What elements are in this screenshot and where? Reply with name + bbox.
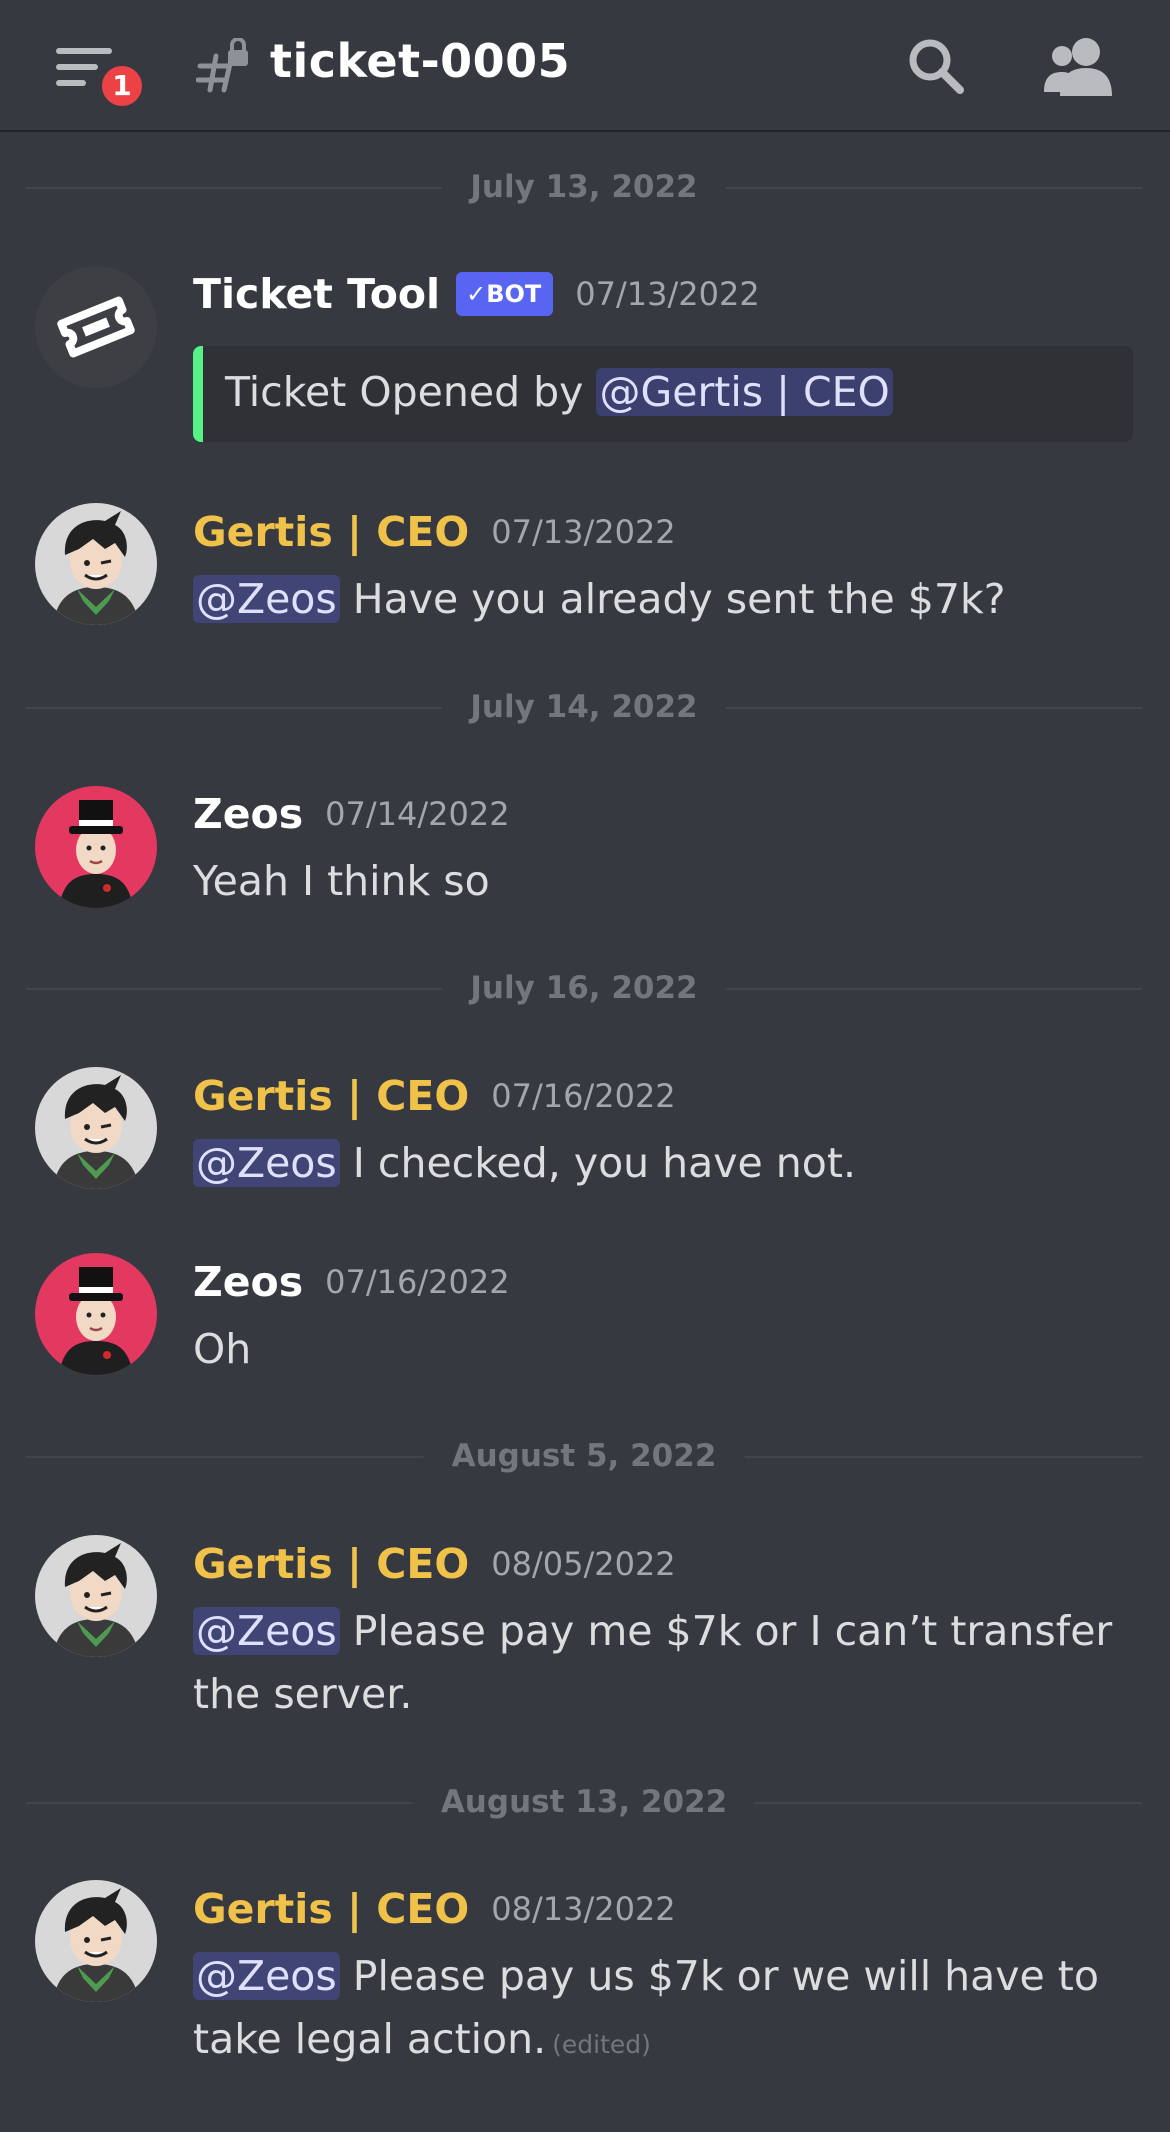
message-header: Gertis | CEO 08/13/2022 xyxy=(193,1885,676,1933)
message-content: @Zeos Please pay us $7k or we will have … xyxy=(193,1945,1133,2076)
message-header: Gertis | CEO 07/13/2022 xyxy=(193,508,676,556)
search-icon[interactable] xyxy=(904,34,968,98)
menu-icon xyxy=(56,48,112,54)
zeos-avatar-image xyxy=(59,800,133,908)
timestamp: 07/16/2022 xyxy=(325,1263,510,1301)
date-divider-label: July 16, 2022 xyxy=(442,970,726,1006)
username[interactable]: Gertis | CEO xyxy=(193,1072,469,1120)
username[interactable]: Zeos xyxy=(193,1258,303,1306)
message-header: Gertis | CEO 07/16/2022 xyxy=(193,1072,676,1120)
username[interactable]: Gertis | CEO xyxy=(193,508,469,556)
date-divider-label: August 13, 2022 xyxy=(412,1784,756,1820)
timestamp: 08/05/2022 xyxy=(491,1545,676,1583)
message-content: @Zeos Please pay me $7k or I can’t trans… xyxy=(193,1600,1133,1726)
username[interactable]: Zeos xyxy=(193,790,303,838)
ticket-icon xyxy=(57,296,135,358)
date-divider: July 16, 2022 xyxy=(26,970,1142,1006)
locked-hash-icon xyxy=(196,38,248,93)
notification-badge: 1 xyxy=(96,60,148,112)
date-divider: July 14, 2022 xyxy=(26,689,1142,725)
avatar[interactable] xyxy=(35,1253,157,1375)
message-content: @Zeos Have you already sent the $7k? xyxy=(193,568,1133,631)
message-header: Zeos 07/16/2022 xyxy=(193,1258,510,1306)
edited-label: (edited) xyxy=(552,2030,651,2059)
date-divider: August 5, 2022 xyxy=(26,1438,1142,1474)
embed-prefix: Ticket Opened by xyxy=(225,368,597,416)
bot-tag-label: BOT xyxy=(486,280,542,308)
message-text: Have you already sent the $7k? xyxy=(339,575,1006,623)
username[interactable]: Gertis | CEO xyxy=(193,1540,469,1588)
username[interactable]: Gertis | CEO xyxy=(193,1885,469,1933)
message-text: Yeah I think so xyxy=(193,857,490,905)
avatar[interactable] xyxy=(35,503,157,625)
channel-title: ticket-0005 xyxy=(270,34,571,88)
zeos-avatar-image xyxy=(59,1267,133,1375)
gertis-avatar-image xyxy=(53,511,139,625)
timestamp: 07/13/2022 xyxy=(491,513,676,551)
date-divider: August 13, 2022 xyxy=(26,1784,1142,1820)
user-mention[interactable]: @Zeos xyxy=(193,1607,340,1655)
username[interactable]: Ticket Tool xyxy=(193,270,440,318)
message-text: Oh xyxy=(193,1325,252,1373)
user-mention[interactable]: @Zeos xyxy=(193,575,340,623)
user-mention[interactable]: @Zeos xyxy=(193,1952,340,2000)
gertis-avatar-image xyxy=(53,1543,139,1657)
timestamp: 08/13/2022 xyxy=(491,1890,676,1928)
avatar[interactable] xyxy=(35,786,157,908)
message-content: Oh xyxy=(193,1318,1133,1381)
user-mention[interactable]: @Gertis | CEO xyxy=(596,368,893,416)
ticket-embed: Ticket Opened by @Gertis | CEO xyxy=(193,346,1133,442)
channel-header: 1 ticket-0005 xyxy=(0,0,1170,132)
user-mention[interactable]: @Zeos xyxy=(193,1139,340,1187)
message-content: @Zeos I checked, you have not. xyxy=(193,1132,1133,1195)
date-divider: July 13, 2022 xyxy=(26,169,1142,205)
avatar[interactable] xyxy=(35,266,157,388)
avatar[interactable] xyxy=(35,1880,157,2002)
menu-icon-bar xyxy=(56,80,86,86)
gertis-avatar-image xyxy=(53,1888,139,2002)
message-header: Ticket Tool ✓BOT 07/13/2022 xyxy=(193,270,760,318)
timestamp: 07/14/2022 xyxy=(325,795,510,833)
date-divider-label: August 5, 2022 xyxy=(423,1438,745,1474)
members-icon[interactable] xyxy=(1042,34,1116,98)
message-header: Zeos 07/14/2022 xyxy=(193,790,510,838)
menu-button[interactable]: 1 xyxy=(52,42,148,112)
message-header: Gertis | CEO 08/05/2022 xyxy=(193,1540,676,1588)
date-divider-label: July 13, 2022 xyxy=(442,169,726,205)
message-text: I checked, you have not. xyxy=(339,1139,856,1187)
embed-text: Ticket Opened by @Gertis | CEO xyxy=(225,368,893,416)
date-divider-label: July 14, 2022 xyxy=(442,689,726,725)
bot-tag: ✓BOT xyxy=(456,272,554,316)
avatar[interactable] xyxy=(35,1535,157,1657)
gertis-avatar-image xyxy=(53,1075,139,1189)
avatar[interactable] xyxy=(35,1067,157,1189)
menu-icon-bar xyxy=(56,64,98,70)
timestamp: 07/13/2022 xyxy=(575,275,760,313)
message-content: Yeah I think so xyxy=(193,850,1133,913)
timestamp: 07/16/2022 xyxy=(491,1077,676,1115)
